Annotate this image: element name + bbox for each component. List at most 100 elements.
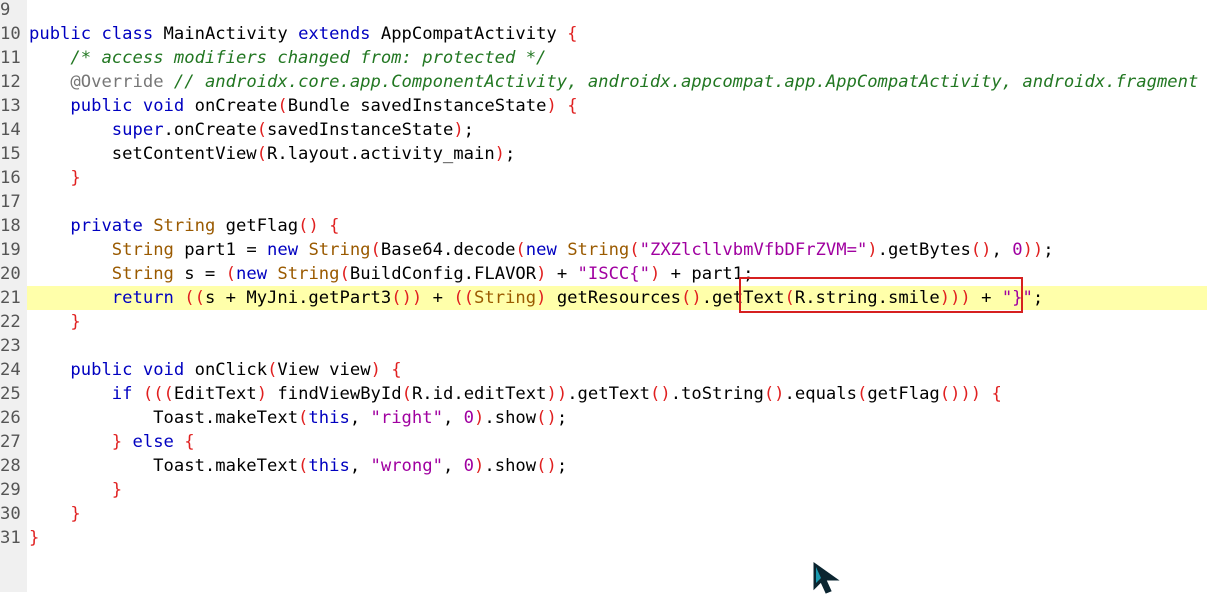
code-token: ( bbox=[401, 384, 412, 404]
code-token: void bbox=[142, 360, 185, 380]
code-line[interactable]: 10 public class MainActivity extends AppC… bbox=[0, 22, 1207, 46]
line-number: 11 bbox=[0, 46, 27, 70]
code-line[interactable]: 28 Toast.makeText(this, "wrong", 0).show… bbox=[0, 454, 1207, 478]
code-token: public bbox=[29, 24, 92, 44]
code-token: setContentView bbox=[29, 144, 257, 164]
code-text: } bbox=[29, 502, 80, 526]
code-token: ( bbox=[339, 264, 350, 284]
code-token: part1 = bbox=[173, 240, 268, 260]
code-token: new bbox=[267, 240, 299, 260]
code-token: ( bbox=[370, 240, 381, 260]
code-text: Toast.makeText(this, "wrong", 0).show(); bbox=[29, 454, 567, 478]
code-token: , bbox=[442, 408, 464, 428]
code-line[interactable]: 16 } bbox=[0, 166, 1207, 190]
code-token: , bbox=[442, 456, 464, 476]
line-number-text: 12 bbox=[0, 72, 21, 92]
code-line[interactable]: 18 private String getFlag() { bbox=[0, 214, 1207, 238]
line-number: 26 bbox=[0, 406, 27, 430]
code-token: String bbox=[308, 240, 371, 260]
code-token: { bbox=[567, 24, 578, 44]
code-token: + bbox=[546, 264, 578, 284]
code-token: ; bbox=[556, 456, 568, 476]
code-line[interactable]: 14 super.onCreate(savedInstanceState); bbox=[0, 118, 1207, 142]
code-token: @Override bbox=[70, 72, 164, 92]
code-token: .equals bbox=[784, 384, 857, 404]
code-line[interactable]: 11 /* access modifiers changed from: pro… bbox=[0, 46, 1207, 70]
code-line[interactable]: 31} bbox=[0, 526, 1207, 550]
code-token: this bbox=[308, 456, 350, 476]
code-token: ; bbox=[463, 120, 475, 140]
code-line[interactable]: 26 Toast.makeText(this, "right", 0).show… bbox=[0, 406, 1207, 430]
code-token: 0 bbox=[1012, 240, 1023, 260]
code-token: () bbox=[649, 384, 671, 404]
code-text: } bbox=[29, 526, 39, 550]
code-token: ) bbox=[649, 264, 661, 284]
code-line[interactable]: 27 } else { bbox=[0, 430, 1207, 454]
line-number: 14 bbox=[0, 118, 27, 142]
code-token: ; bbox=[505, 144, 516, 164]
line-number-text: 31 bbox=[0, 528, 21, 548]
code-text: private String getFlag() { bbox=[29, 214, 339, 238]
code-token: String bbox=[153, 216, 216, 236]
code-token: /* access modifiers changed from: protec… bbox=[70, 48, 547, 68]
code-token: .getBytes bbox=[877, 240, 971, 260]
code-token: getFlag bbox=[215, 216, 299, 236]
code-line[interactable]: 15 setContentView(R.layout.activity_main… bbox=[0, 142, 1207, 166]
code-token: ( bbox=[856, 384, 868, 404]
annotation-highlight-box bbox=[739, 277, 1023, 313]
code-token: ) bbox=[474, 456, 485, 476]
code-token: } bbox=[70, 312, 81, 332]
code-token: )) bbox=[1022, 240, 1044, 260]
code-line[interactable]: 24 public void onClick(View view) { bbox=[0, 358, 1207, 382]
code-token: "wrong" bbox=[370, 456, 443, 476]
code-line[interactable]: 20 String s = (new String(BuildConfig.FL… bbox=[0, 262, 1207, 286]
code-text: String s = (new String(BuildConfig.FLAVO… bbox=[29, 262, 754, 286]
code-token: onCreate bbox=[184, 96, 278, 116]
code-line[interactable]: 19 String part1 = new String(Base64.deco… bbox=[0, 238, 1207, 262]
code-token: .toString bbox=[670, 384, 764, 404]
code-line[interactable]: 30 } bbox=[0, 502, 1207, 526]
code-line[interactable]: 22 } bbox=[0, 310, 1207, 334]
code-token: ( bbox=[298, 456, 309, 476]
code-text: if (((EditText) findViewById(R.id.editTe… bbox=[29, 382, 1002, 406]
code-token: )) bbox=[546, 384, 568, 404]
code-editor[interactable]: 9 10 public class MainActivity extends App… bbox=[0, 0, 1207, 592]
line-number-text: 19 bbox=[0, 240, 21, 260]
line-number-text: 27 bbox=[0, 432, 21, 452]
code-line[interactable]: 23 bbox=[0, 334, 1207, 358]
code-token: , bbox=[349, 456, 371, 476]
code-text: @Override // androidx.core.app.Component… bbox=[29, 70, 1198, 94]
code-token: ( bbox=[267, 360, 278, 380]
code-token: onClick bbox=[184, 360, 268, 380]
line-number: 29 bbox=[0, 478, 27, 502]
code-line[interactable]: 17 bbox=[0, 190, 1207, 214]
code-token: String bbox=[277, 264, 340, 284]
code-token: + bbox=[422, 288, 454, 308]
code-token: else bbox=[132, 432, 174, 452]
code-line[interactable]: 29 } bbox=[0, 478, 1207, 502]
code-line[interactable]: 9 bbox=[0, 0, 1207, 22]
code-text: } else { bbox=[29, 430, 195, 454]
code-line[interactable]: 12 @Override // androidx.core.app.Compon… bbox=[0, 70, 1207, 94]
code-line[interactable]: 21 return ((s + MyJni.getPart3()) + ((St… bbox=[0, 286, 1207, 310]
code-token: () bbox=[298, 216, 319, 236]
line-number-text: 16 bbox=[0, 168, 21, 188]
code-token: ) bbox=[453, 120, 464, 140]
code-token: () bbox=[681, 288, 702, 308]
code-line[interactable]: 25 if (((EditText) findViewById(R.id.edi… bbox=[0, 382, 1207, 406]
code-token: getResources bbox=[546, 288, 681, 308]
code-line[interactable]: 13 public void onCreate(Bundle savedInst… bbox=[0, 94, 1207, 118]
